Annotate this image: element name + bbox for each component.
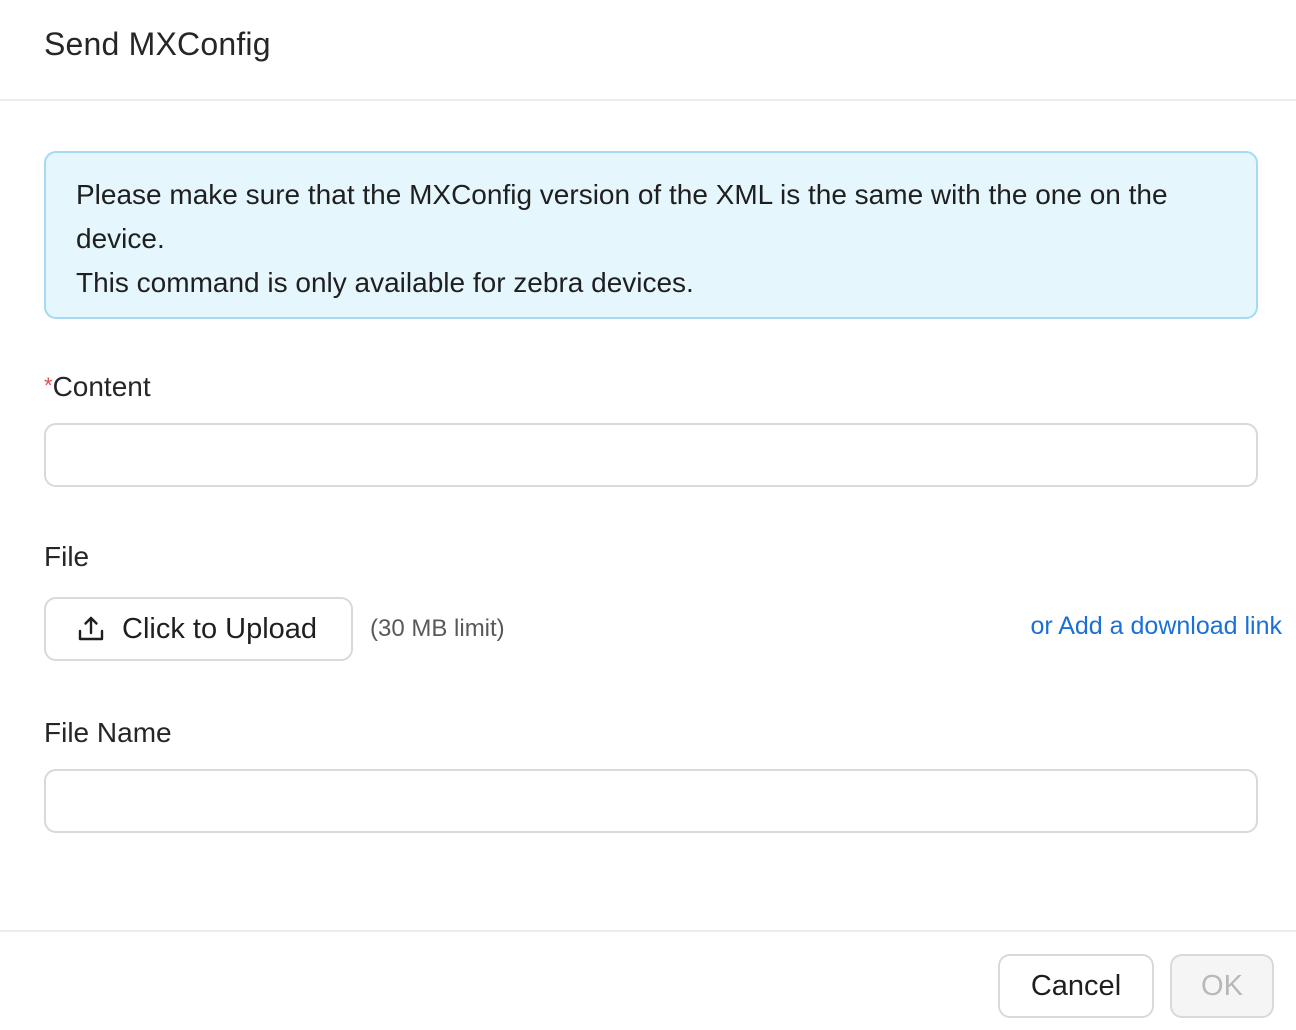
cancel-button[interactable]: Cancel <box>998 954 1154 1018</box>
click-to-upload-button[interactable]: Click to Upload <box>44 597 353 661</box>
upload-button-label: Click to Upload <box>122 612 318 645</box>
dialog-header: Send MXConfig <box>0 0 1296 101</box>
content-label-text: Content <box>52 371 151 402</box>
alert-line-version: Please make sure that the MXConfig versi… <box>76 179 1168 254</box>
file-name-input[interactable] <box>44 769 1258 833</box>
dialog-footer: Cancel OK <box>0 930 1296 1030</box>
dialog-body: Please make sure that the MXConfig versi… <box>0 101 1296 833</box>
upload-row: Click to Upload (30 MB limit) or Add a d… <box>44 597 1282 661</box>
file-name-label: File Name <box>44 717 172 748</box>
file-label: File <box>44 541 90 572</box>
content-label: *Content <box>44 371 1258 403</box>
ok-button[interactable]: OK <box>1170 954 1274 1018</box>
info-alert: Please make sure that the MXConfig versi… <box>44 151 1258 319</box>
dialog-title: Send MXConfig <box>44 26 271 62</box>
upload-icon <box>76 614 106 644</box>
upload-limit-text: (30 MB limit) <box>370 615 505 642</box>
send-mxconfig-dialog: Send MXConfig Please make sure that the … <box>0 0 1296 1030</box>
required-marker: * <box>44 373 53 398</box>
content-input[interactable] <box>44 423 1258 487</box>
add-download-link[interactable]: or Add a download link <box>1030 612 1282 641</box>
alert-line-zebra: This command is only available for zebra… <box>76 267 694 298</box>
